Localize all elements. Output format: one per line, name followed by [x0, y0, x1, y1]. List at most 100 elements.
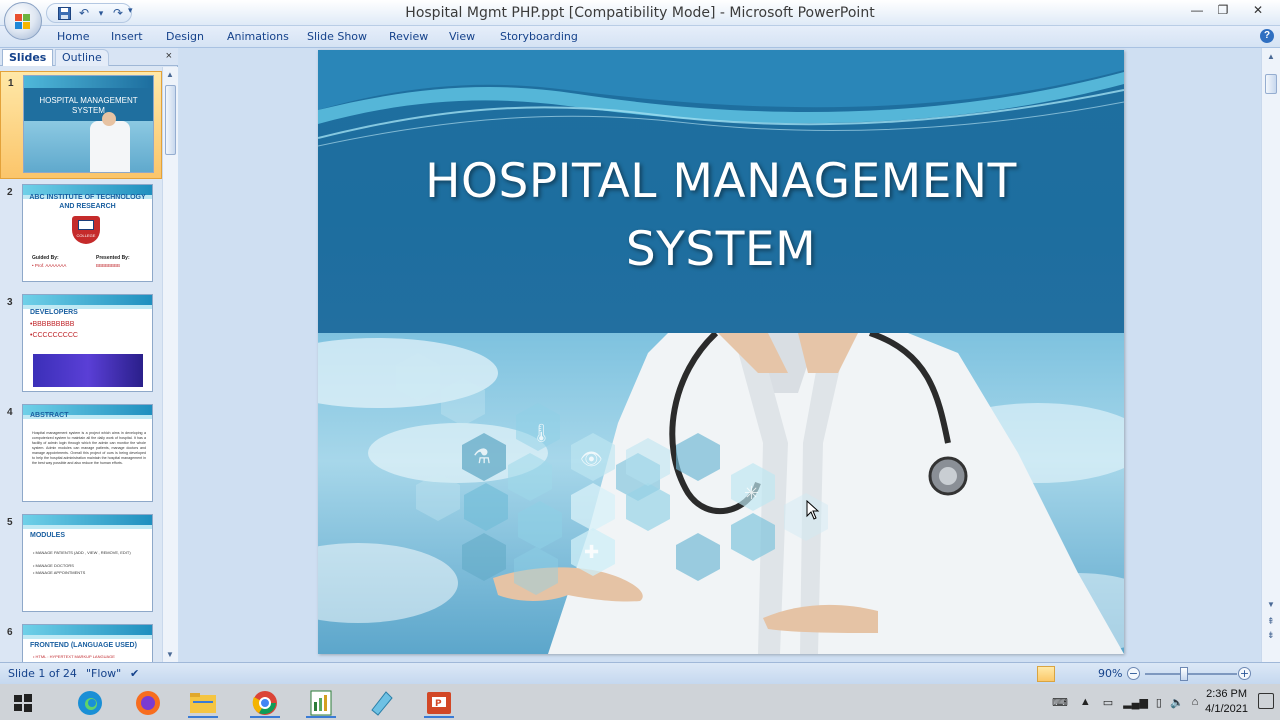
- battery-icon[interactable]: ▯: [1156, 696, 1162, 709]
- window-controls: — ❐ ✕: [1184, 0, 1280, 22]
- thumb-title: HOSPITAL MANAGEMENT SYSTEM: [39, 96, 138, 115]
- current-slide[interactable]: HOSPITAL MANAGEMENT SYSTEM ⚗ 🌡 👁 ✳ ✚: [318, 50, 1124, 654]
- zoom-slider[interactable]: [1145, 673, 1237, 675]
- slide-thumbnail-1[interactable]: 1 HOSPITAL MANAGEMENT SYSTEM: [0, 71, 162, 179]
- show-hidden-icons-icon[interactable]: ▲: [1080, 696, 1091, 708]
- volume-icon[interactable]: 🔈: [1170, 696, 1184, 709]
- clock-date: 4/1/2021: [1205, 703, 1248, 715]
- ribbon-tabs: Home Insert Design Animations Slide Show…: [0, 26, 1280, 48]
- thumbnail-preview: ABSTRACT Hospital management system is a…: [22, 404, 153, 502]
- thumb-title: DEVELOPERS: [30, 309, 78, 316]
- slide-thumbnail-5[interactable]: 5 MODULES • MANAGE PATIENTS (ADD , VIEW …: [0, 511, 162, 619]
- slide-show-view-button[interactable]: [1075, 666, 1093, 682]
- tab-outline[interactable]: Outline: [55, 49, 109, 66]
- spell-check-icon[interactable]: ✔: [130, 667, 139, 680]
- slide-photo: ⚗ 🌡 👁 ✳ ✚: [318, 333, 1124, 654]
- wifi-signal-icon[interactable]: ▂▄▆: [1123, 696, 1148, 709]
- slide-title-line-2: SYSTEM: [625, 222, 817, 277]
- help-icon[interactable]: ?: [1260, 29, 1274, 43]
- notifications-icon[interactable]: [1258, 693, 1274, 709]
- firefox-icon[interactable]: [125, 687, 171, 718]
- status-bar: Slide 1 of 24 "Flow" ✔ 90% − +: [0, 662, 1280, 684]
- scroll-thumb[interactable]: [1265, 74, 1277, 94]
- thumb-image: [33, 354, 143, 387]
- scroll-down-icon[interactable]: ▼: [166, 650, 174, 659]
- window-title: Hospital Mgmt PHP.ppt [Compatibility Mod…: [405, 5, 875, 21]
- previous-slide-icon[interactable]: ⇞: [1267, 616, 1275, 627]
- keyboard-icon[interactable]: ⌨: [1052, 696, 1068, 709]
- slide-number: 2: [7, 187, 13, 198]
- thumb-line: •CCCCCCCCC: [30, 332, 78, 339]
- tab-storyboarding[interactable]: Storyboarding: [500, 30, 578, 43]
- office-button[interactable]: [4, 2, 42, 40]
- thumbnail-scrollbar[interactable]: ▲ ▼: [162, 67, 178, 662]
- slide-number: 4: [7, 407, 13, 418]
- slide-number: 6: [7, 627, 13, 638]
- fit-to-window-button[interactable]: [1258, 666, 1276, 682]
- thumbnail-list: 1 HOSPITAL MANAGEMENT SYSTEM 2 ABC INSTI…: [0, 67, 162, 662]
- slide-counter: Slide 1 of 24: [8, 667, 77, 680]
- thumb-line: • MANAGE PATIENTS (ADD , VIEW , REMOVE, …: [33, 550, 131, 555]
- slide-thumbnail-4[interactable]: 4 ABSTRACT Hospital management system is…: [0, 401, 162, 509]
- tab-animations[interactable]: Animations: [227, 30, 289, 43]
- system-clock[interactable]: 2:36 PM 4/1/2021: [1205, 687, 1248, 717]
- panel-tabs: Slides Outline ×: [0, 48, 178, 66]
- title-bar: ↶ ▾ ↷ ▾ Hospital Mgmt PHP.ppt [Compatibi…: [0, 0, 1280, 26]
- slide-thumbnail-6[interactable]: 6 FRONTEND (LANGUAGE USED) • HTML : HYPE…: [0, 621, 162, 662]
- zoom-in-button[interactable]: +: [1238, 667, 1251, 680]
- office-logo-icon: [15, 14, 30, 29]
- zoom-slider-knob[interactable]: [1180, 667, 1188, 681]
- tab-insert[interactable]: Insert: [111, 30, 143, 43]
- edge-icon[interactable]: [67, 687, 113, 718]
- tab-view[interactable]: View: [449, 30, 475, 43]
- slide-sorter-view-button[interactable]: [1056, 666, 1074, 682]
- spreadsheet-icon[interactable]: [298, 687, 344, 718]
- thumb-title: FRONTEND (LANGUAGE USED): [30, 642, 137, 649]
- next-slide-icon[interactable]: ⇟: [1267, 630, 1275, 641]
- tab-slide-show[interactable]: Slide Show: [307, 30, 367, 43]
- file-explorer-icon[interactable]: [180, 687, 226, 718]
- thumb-body: Hospital management system is a project …: [32, 431, 146, 465]
- slide-thumbnail-3[interactable]: 3 DEVELOPERS •BBBBBBBBB •CCCCCCCCC: [0, 291, 162, 399]
- tab-review[interactable]: Review: [389, 30, 428, 43]
- close-panel-icon[interactable]: ×: [166, 50, 172, 62]
- start-icon[interactable]: [0, 687, 46, 718]
- close-button[interactable]: ✕: [1236, 0, 1280, 22]
- college-logo-icon: COLLEGE: [72, 216, 100, 244]
- tab-slides[interactable]: Slides: [2, 49, 54, 66]
- zoom-level[interactable]: 90%: [1098, 667, 1122, 680]
- notes-icon[interactable]: [358, 687, 404, 718]
- slide-title-line-1: HOSPITAL MANAGEMENT: [425, 154, 1017, 209]
- svg-text:✳: ✳: [744, 483, 759, 504]
- thumbnail-preview: ABC INSTITUTE OF TECHNOLOGY AND RESEARCH…: [22, 184, 153, 282]
- language-icon[interactable]: ⌂: [1192, 696, 1199, 708]
- presented-by-label: Presented By:: [96, 255, 130, 261]
- chrome-icon[interactable]: [242, 687, 288, 718]
- slide-thumbnail-2[interactable]: 2 ABC INSTITUTE OF TECHNOLOGY AND RESEAR…: [0, 181, 162, 289]
- scroll-down-icon[interactable]: ▼: [1267, 600, 1275, 609]
- thumbnail-preview: DEVELOPERS •BBBBBBBBB •CCCCCCCCC: [22, 294, 153, 392]
- thumb-title: ABSTRACT: [30, 412, 69, 419]
- powerpoint-icon[interactable]: P: [416, 687, 462, 718]
- svg-text:👁: 👁: [580, 449, 603, 470]
- guided-by-label: Guided By:: [32, 255, 59, 261]
- tab-home[interactable]: Home: [57, 30, 89, 43]
- svg-text:✚: ✚: [584, 542, 599, 563]
- scroll-up-icon[interactable]: ▲: [166, 70, 174, 79]
- mouse-cursor-icon: [806, 500, 820, 520]
- thumb-line: • HTML : HYPERTEXT MARKUP LANGUAGE: [33, 654, 115, 659]
- zoom-out-button[interactable]: −: [1127, 667, 1140, 680]
- svg-text:P: P: [435, 699, 442, 709]
- network-adapter-icon[interactable]: ▭: [1103, 696, 1113, 709]
- minimize-button[interactable]: —: [1184, 0, 1210, 22]
- slide-scrollbar[interactable]: ▲ ▼ ⇞ ⇟: [1261, 48, 1280, 662]
- normal-view-button[interactable]: [1037, 666, 1055, 682]
- tab-design[interactable]: Design: [166, 30, 204, 43]
- slide-number: 5: [7, 517, 13, 528]
- theme-name: "Flow": [86, 667, 122, 680]
- thumbnail-preview: HOSPITAL MANAGEMENT SYSTEM: [23, 75, 154, 173]
- maximize-button[interactable]: ❐: [1210, 0, 1236, 22]
- scroll-up-icon[interactable]: ▲: [1267, 52, 1275, 61]
- scroll-thumb[interactable]: [165, 85, 176, 155]
- slide-editor: HOSPITAL MANAGEMENT SYSTEM ⚗ 🌡 👁 ✳ ✚: [179, 48, 1261, 662]
